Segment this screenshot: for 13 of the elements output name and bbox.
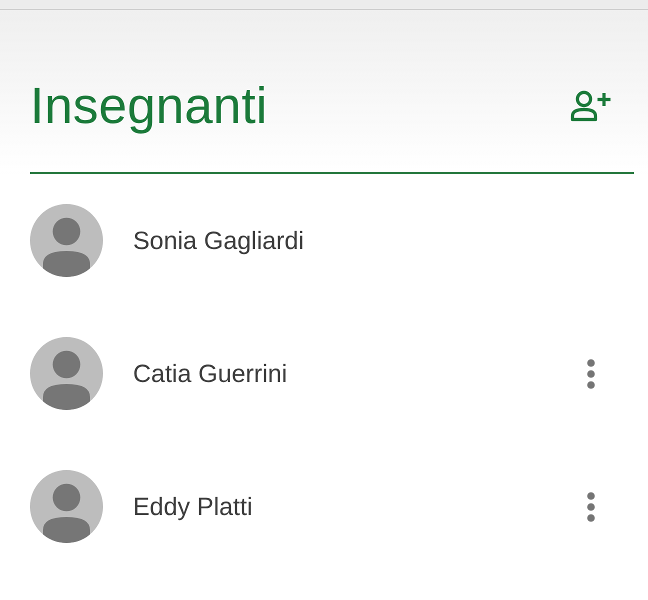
avatar-icon <box>30 337 103 410</box>
more-options-icon <box>586 492 596 522</box>
page-title: Insegnanti <box>30 76 268 136</box>
avatar-icon <box>30 470 103 543</box>
more-options-button[interactable] <box>586 492 596 522</box>
more-options-icon <box>586 358 596 388</box>
teacher-name[interactable]: Catia Guerrini <box>133 358 586 388</box>
teacher-name[interactable]: Sonia Gagliardi <box>133 226 596 256</box>
add-person-icon <box>570 90 612 122</box>
add-teacher-button[interactable] <box>570 90 612 122</box>
teacher-name[interactable]: Eddy Platti <box>133 492 586 522</box>
avatar-icon <box>30 204 103 277</box>
more-options-button[interactable] <box>586 358 596 388</box>
